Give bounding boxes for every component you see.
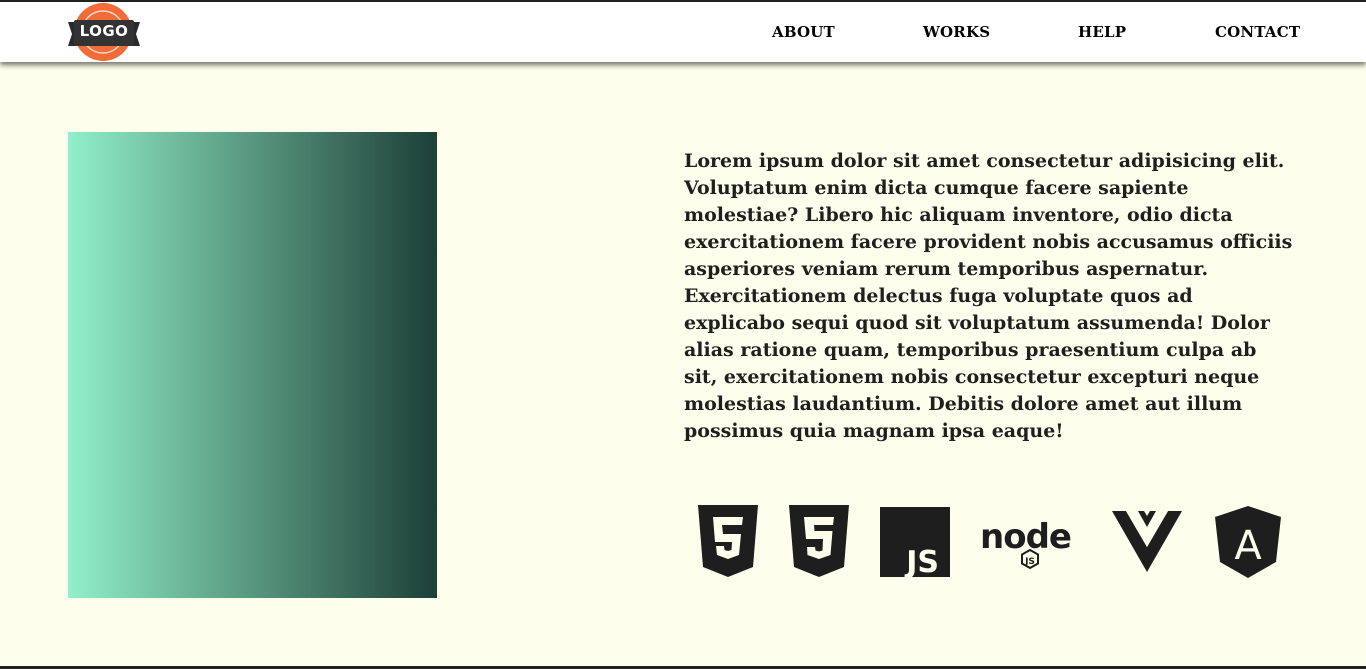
navbar: LOGO ABOUT WORKS HELP CONTACT [0, 2, 1366, 62]
logo[interactable]: LOGO [68, 2, 140, 62]
javascript-icon: JS [880, 507, 950, 577]
logo-text: LOGO [79, 22, 129, 40]
intro-paragraph: Lorem ipsum dolor sit amet consectetur a… [684, 150, 1293, 442]
svg-text:JS: JS [1024, 557, 1035, 567]
angular-icon-label: A [1234, 523, 1262, 569]
css3-icon [789, 505, 849, 577]
nav-link-works[interactable]: WORKS [923, 23, 990, 41]
nav-link-about[interactable]: ABOUT [772, 23, 835, 41]
hero-gradient-image [68, 132, 437, 598]
vuejs-icon [1112, 511, 1182, 572]
nodejs-icon: node JS [980, 517, 1072, 570]
html5-icon [698, 505, 758, 577]
nav-link-help[interactable]: HELP [1078, 23, 1126, 41]
angular-icon: A [1215, 506, 1281, 578]
nav-link-contact[interactable]: CONTACT [1215, 23, 1300, 41]
node-icon-label: node [980, 517, 1071, 557]
js-icon-label: JS [904, 545, 939, 577]
